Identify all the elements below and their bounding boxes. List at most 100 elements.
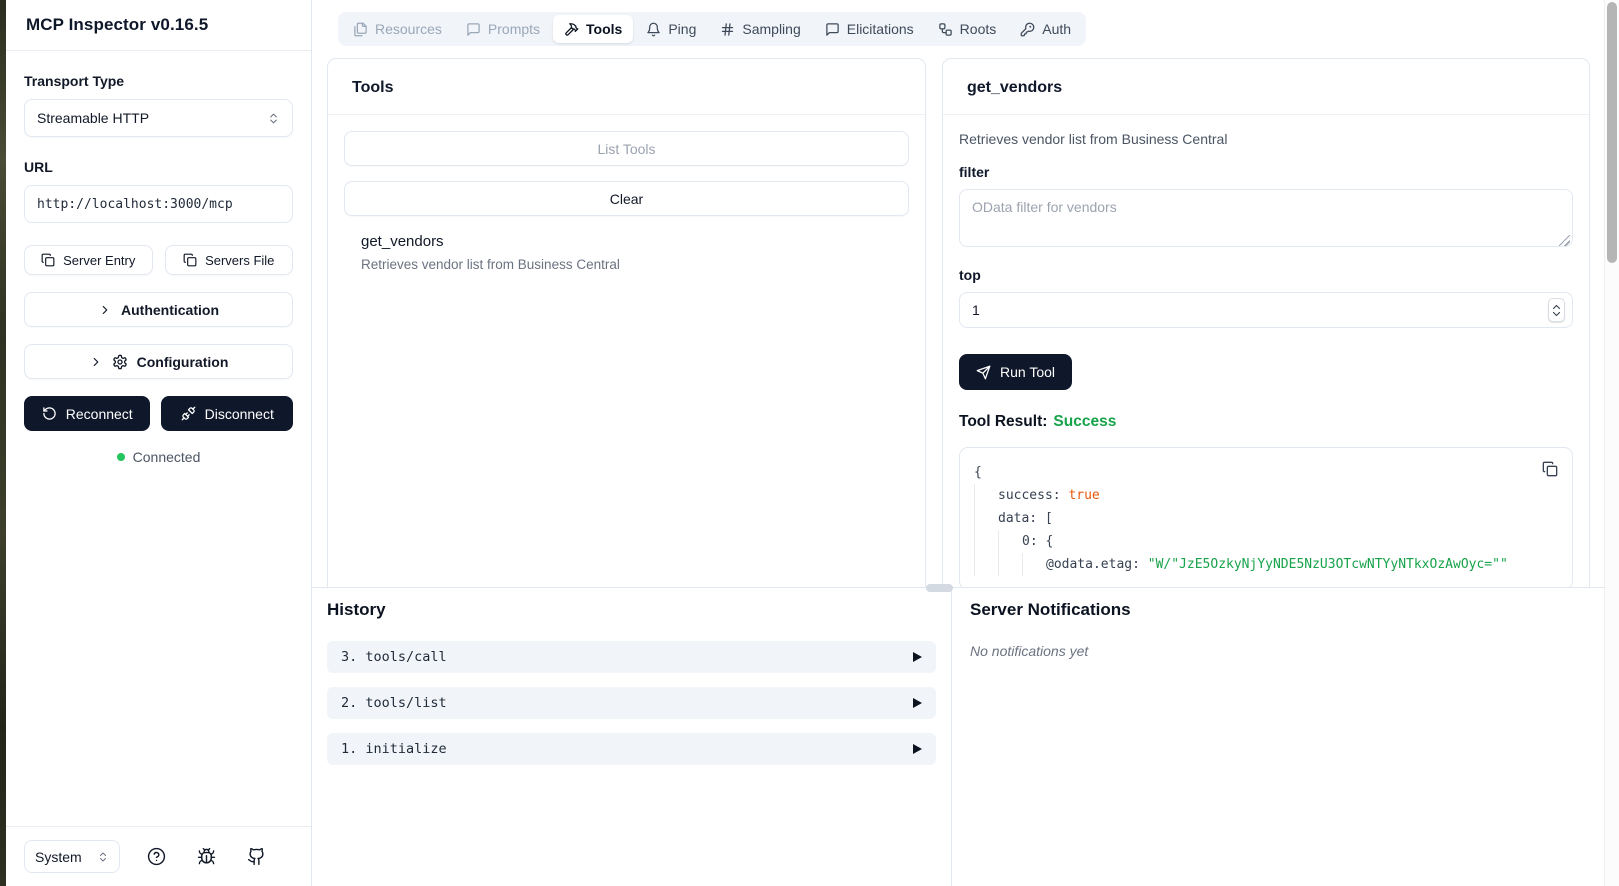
scrollbar-thumb[interactable]: [1607, 2, 1617, 263]
reconnect-label: Reconnect: [65, 405, 133, 422]
panel-resize-handle[interactable]: [926, 584, 953, 592]
transport-type-value: Streamable HTTP: [37, 110, 150, 126]
servers-file-label: Servers File: [205, 252, 275, 268]
history-item-label: 3. tools/call: [341, 649, 447, 665]
tab-label: Resources: [375, 21, 442, 37]
theme-value: System: [35, 848, 82, 865]
url-input[interactable]: [24, 185, 293, 223]
tab-elicitations[interactable]: Elicitations: [814, 15, 925, 43]
tools-panel: Tools List Tools Clear get_vendors Retri…: [327, 58, 926, 587]
configuration-toggle[interactable]: Configuration: [24, 344, 293, 379]
tab-resources[interactable]: Resources: [342, 15, 453, 43]
page-scrollbar: [1604, 0, 1619, 886]
servers-file-button[interactable]: Servers File: [164, 245, 293, 275]
tool-detail-body: Retrieves vendor list from Business Cent…: [943, 115, 1589, 587]
sidebar-header: MCP Inspector v0.16.5: [6, 0, 311, 51]
sidebar-footer: System: [6, 826, 311, 886]
clear-tools-button[interactable]: Clear: [344, 181, 909, 216]
tab-label: Sampling: [742, 21, 801, 37]
connected-label: Connected: [132, 449, 201, 465]
resize-handle-icon[interactable]: [1559, 235, 1570, 246]
url-label: URL: [24, 159, 53, 175]
tab-label: Prompts: [487, 21, 541, 37]
tool-detail-panel: get_vendors Retrieves vendor list from B…: [942, 58, 1590, 587]
server-entry-button[interactable]: Server Entry: [24, 245, 153, 275]
footer-icons: [120, 843, 293, 870]
tab-roots[interactable]: Roots: [927, 15, 1008, 43]
tool-result-label: Tool Result:: [959, 413, 1048, 430]
files-icon: [353, 22, 368, 37]
send-icon: [976, 365, 991, 380]
tab-prompts[interactable]: Prompts: [455, 15, 551, 43]
copy-icon: [183, 253, 197, 267]
help-button[interactable]: [143, 843, 170, 870]
tool-detail-description: Retrieves vendor list from Business Cent…: [959, 131, 1228, 147]
key-icon: [1020, 22, 1035, 37]
bottom-section: History 3. tools/call 2. tools/list 1. i…: [312, 589, 1619, 886]
json-line: success: true: [974, 484, 1558, 507]
tab-ping[interactable]: Ping: [635, 15, 707, 43]
tab-label: Ping: [668, 21, 697, 37]
tool-name: get_vendors: [361, 233, 444, 250]
history-item[interactable]: 2. tools/list: [327, 687, 936, 719]
server-notifications-panel: Server Notifications No notifications ye…: [952, 589, 1604, 886]
expand-arrow-icon: [913, 744, 922, 754]
theme-select[interactable]: System: [24, 840, 120, 873]
history-panel: History 3. tools/call 2. tools/list 1. i…: [312, 589, 951, 886]
bell-icon: [646, 22, 661, 37]
tool-description: Retrieves vendor list from Business Cent…: [361, 257, 620, 272]
github-icon: [247, 847, 266, 866]
history-item-label: 2. tools/list: [341, 695, 447, 711]
reconnect-button[interactable]: Reconnect: [24, 396, 151, 431]
tools-panel-title: Tools: [328, 59, 925, 115]
history-item-label: 1. initialize: [341, 741, 447, 757]
gear-icon: [112, 354, 128, 370]
history-title: History: [327, 600, 386, 619]
tab-label: Elicitations: [846, 21, 914, 37]
rotate-ccw-icon: [42, 406, 57, 421]
chevron-right-icon: [89, 355, 103, 369]
tool-list-item[interactable]: get_vendors Retrieves vendor list from B…: [344, 216, 909, 272]
tab-sampling[interactable]: Sampling: [709, 15, 811, 43]
tool-result-line: Tool Result: Success: [959, 413, 1573, 431]
result-json-viewer: { success: true data: [ 0: { @odata.etag…: [959, 447, 1573, 587]
top-param-label: top: [959, 267, 981, 283]
history-item[interactable]: 3. tools/call: [327, 641, 936, 673]
tool-result-status: Success: [1053, 413, 1117, 430]
filter-input[interactable]: [959, 189, 1573, 247]
top-input[interactable]: [959, 292, 1573, 328]
github-button[interactable]: [243, 843, 270, 870]
history-list: 3. tools/call 2. tools/list 1. initializ…: [327, 641, 936, 765]
number-stepper[interactable]: [1548, 298, 1565, 322]
history-item[interactable]: 1. initialize: [327, 733, 936, 765]
tab-auth[interactable]: Auth: [1009, 15, 1082, 43]
server-notifications-title: Server Notifications: [970, 600, 1131, 619]
chevrons-up-down-icon: [97, 851, 109, 863]
sidebar: MCP Inspector v0.16.5 Transport Type Str…: [6, 0, 312, 886]
json-line: 0: {: [974, 530, 1558, 553]
tool-detail-title: get_vendors: [943, 59, 1589, 115]
connected-dot-icon: [116, 453, 125, 461]
transport-type-select[interactable]: Streamable HTTP: [24, 99, 293, 137]
disconnect-label: Disconnect: [204, 405, 274, 422]
expand-arrow-icon: [913, 652, 922, 662]
top-section: Resources Prompts Tools Ping Sampling El…: [312, 0, 1604, 588]
chevrons-up-down-icon: [267, 112, 280, 125]
chevron-right-icon: [98, 303, 112, 317]
configuration-label: Configuration: [136, 353, 229, 370]
app-title: MCP Inspector v0.16.5: [26, 15, 209, 34]
json-line: @odata.etag: "W/"JzE5OzkyNjYyNDE5NzU3OTc…: [974, 553, 1558, 576]
hash-icon: [720, 22, 735, 37]
json-line: data: [: [974, 507, 1558, 530]
copy-result-button[interactable]: [1540, 459, 1560, 479]
copy-icon: [1542, 461, 1558, 477]
disconnect-button[interactable]: Disconnect: [161, 396, 293, 431]
message-square-icon: [466, 22, 481, 37]
list-tools-button[interactable]: List Tools: [344, 131, 909, 166]
authentication-toggle[interactable]: Authentication: [24, 292, 293, 327]
run-tool-button[interactable]: Run Tool: [959, 354, 1073, 390]
bug-report-button[interactable]: [193, 843, 220, 870]
filter-param-label: filter: [959, 164, 990, 180]
tab-label: Roots: [959, 21, 997, 37]
tab-tools[interactable]: Tools: [553, 15, 634, 43]
